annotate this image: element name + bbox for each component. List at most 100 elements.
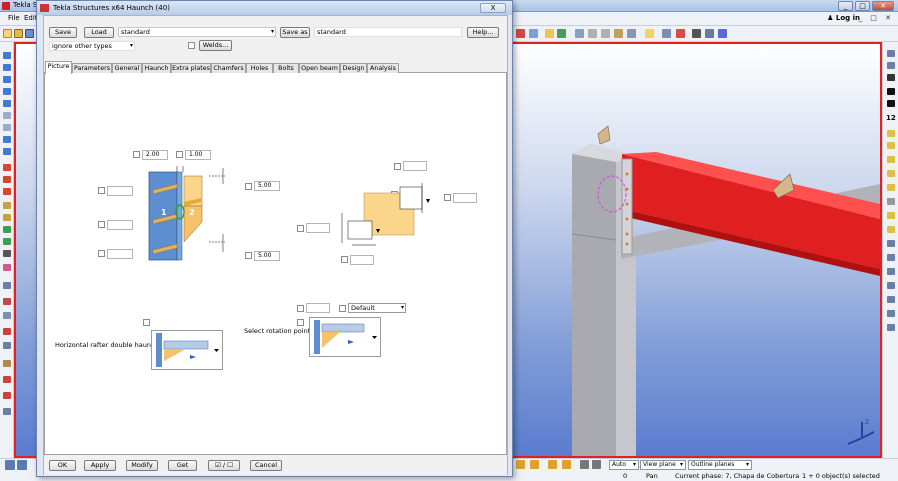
save-as-field[interactable]: standard [314,27,462,37]
mdi-controls[interactable]: _ □ ✕ [859,14,894,22]
folded-plate-icon[interactable] [3,124,11,131]
tab-open-beam[interactable]: Open beam [299,63,340,73]
rafter-option-checkbox[interactable] [143,319,150,326]
beam-icon[interactable] [3,64,11,71]
numbering-icon[interactable] [662,29,671,38]
chamfer-icon[interactable] [3,238,11,245]
tab-bolts[interactable]: Bolts [273,63,299,73]
snap-tool-2-icon[interactable] [530,460,539,469]
contour-plate-icon[interactable] [3,112,11,119]
column-icon[interactable] [3,52,11,59]
rotation-extra-field[interactable] [306,303,330,313]
binoculars-icon[interactable] [692,29,701,38]
dialog-titlebar[interactable]: Tekla Structures x64 Haunch (40) X [37,1,512,15]
measure-icon[interactable] [601,29,610,38]
snap-point-icon[interactable] [3,328,11,335]
dim-right-upper-field[interactable]: 5.00 [254,181,280,191]
rotation-default-checkbox[interactable] [339,305,346,312]
ok-button[interactable]: OK [49,460,76,471]
welds-button[interactable]: Welds... [199,40,232,51]
snap-tool-1-icon[interactable] [516,460,525,469]
open-folder-icon[interactable] [14,29,23,38]
apply-button[interactable]: Apply [84,460,116,471]
left-upper-checkbox[interactable] [98,187,105,194]
view-depth-icon[interactable] [580,460,589,469]
left-mid-checkbox[interactable] [98,221,105,228]
grid-icon[interactable] [3,282,11,289]
select-icon[interactable] [5,460,15,470]
tab-holes[interactable]: Holes [246,63,273,73]
fitting-icon[interactable] [3,188,11,195]
cancel-button[interactable]: Cancel [250,460,282,471]
polybeam-icon[interactable] [3,76,11,83]
save-icon[interactable] [25,29,34,38]
save-as-button[interactable]: Save as [280,27,310,38]
settings-tool-icon[interactable] [3,408,11,415]
new-model-icon[interactable] [3,29,12,38]
get-button[interactable]: Get [168,460,197,471]
detail-top-field[interactable] [403,161,427,171]
dialog-close-button[interactable]: X [480,3,506,13]
construction-line-icon[interactable] [3,312,11,319]
bolt-icon[interactable] [3,164,11,171]
curved-beam-icon[interactable] [3,88,11,95]
cut-icon[interactable] [3,202,11,209]
rotation-point-checkbox[interactable] [297,319,304,326]
view-plane-select[interactable]: View plane [640,460,686,470]
group-icon[interactable] [545,29,554,38]
help-query-icon[interactable] [718,29,727,38]
welds-checkbox[interactable] [188,42,195,49]
rotation-default-combo[interactable]: Default [348,303,406,313]
select-bolts-icon[interactable] [887,296,895,303]
detail-left-checkbox[interactable] [297,225,304,232]
auto-select[interactable]: Auto [609,460,639,470]
left-mid-field[interactable] [107,220,133,230]
help-button[interactable]: Help... [467,27,499,38]
close-icon[interactable]: ✕ [872,1,894,11]
view-filter-icon[interactable] [592,460,601,469]
snap-settings-icon[interactable] [887,50,895,57]
rafter-type-picker[interactable] [151,330,223,370]
login-link[interactable]: ♟ Log in [827,14,860,22]
pencil-icon[interactable] [614,29,623,38]
polygon-cut-icon[interactable] [3,226,11,233]
snap-tool-4-icon[interactable] [562,460,571,469]
save-button[interactable]: Save [49,27,77,38]
left-lower-checkbox[interactable] [98,250,105,257]
detail-icon[interactable] [3,250,11,257]
detail-top-checkbox[interactable] [394,163,401,170]
line-icon[interactable] [588,29,597,38]
load-button[interactable]: Load [84,27,114,38]
snap-end-icon[interactable] [887,130,895,137]
line-cut-icon[interactable] [3,214,11,221]
arrow-left-icon[interactable] [887,88,895,95]
tab-chamfers[interactable]: Chamfers [211,63,246,73]
tab-picture[interactable]: Picture [45,61,72,74]
detail-right-field[interactable] [453,193,477,203]
minimize-icon[interactable]: _ [838,1,853,11]
rotation-point-picker[interactable] [309,317,381,357]
modify-button[interactable]: Modify [126,460,158,471]
tab-haunch[interactable]: Haunch [142,63,171,73]
redo-icon[interactable] [529,29,538,38]
rotation-extra-checkbox[interactable] [297,305,304,312]
undo-icon[interactable] [516,29,525,38]
tab-analysis[interactable]: Analysis [367,63,399,73]
arc-tool-icon[interactable] [3,392,11,399]
snap-number-icon[interactable]: 12 [886,114,896,122]
snap-geometry-icon[interactable] [887,74,895,81]
snap-plane-icon[interactable] [887,240,895,247]
select-assemblies-icon[interactable] [887,324,895,331]
select-parts-icon[interactable] [887,268,895,275]
inquire-icon[interactable] [705,29,714,38]
align-icon[interactable] [575,29,584,38]
dim-top-left-checkbox[interactable] [133,151,140,158]
weld-icon[interactable] [3,176,11,183]
maximize-icon[interactable]: □ [855,1,870,11]
filter-combo[interactable]: ignore other types [49,41,135,51]
select-components-icon[interactable] [887,310,895,317]
load-attributes-combo[interactable]: standard [118,27,276,37]
report-icon[interactable] [645,29,654,38]
tab-general[interactable]: General [112,63,142,73]
circle-tool-icon[interactable] [3,376,11,383]
